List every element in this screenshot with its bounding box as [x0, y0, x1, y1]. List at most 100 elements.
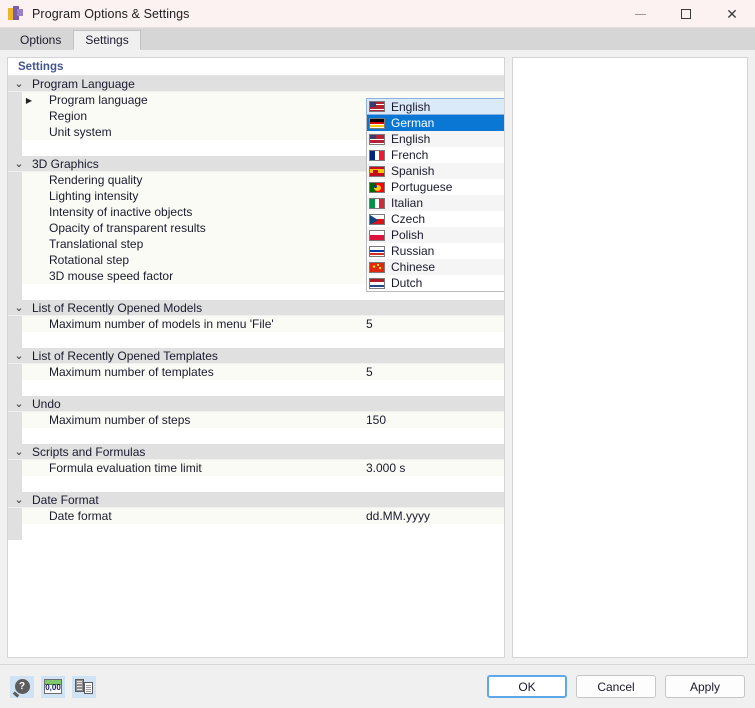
setting-row[interactable]: Maximum number of steps 150: [8, 412, 504, 428]
setting-value[interactable]: 3.000 s: [364, 461, 504, 475]
cancel-button[interactable]: Cancel: [576, 675, 656, 698]
window-title: Program Options & Settings: [32, 6, 190, 21]
language-option-spanish[interactable]: Spanish: [367, 163, 504, 179]
footer-icon-toolbar: ? 0,00: [10, 675, 96, 698]
setting-value[interactable]: dd.MM.yyyy: [364, 509, 504, 523]
ok-button[interactable]: OK: [487, 675, 567, 698]
program-language-combobox[interactable]: English ▼ German English French Spanish Port…: [366, 98, 504, 292]
language-option-label: Czech: [391, 212, 426, 226]
language-option-label: French: [391, 148, 429, 162]
language-option-polish[interactable]: Polish: [367, 227, 504, 243]
dialog-footer: ? 0,00 OK Cancel Apply: [0, 664, 755, 708]
tab-settings[interactable]: Settings: [73, 30, 141, 50]
flag-us-icon: [369, 101, 385, 112]
tree-gutter: [8, 380, 22, 396]
apply-button[interactable]: Apply: [665, 675, 745, 698]
group-header-list-of-recently-opened-models[interactable]: ⌄ List of Recently Opened Models: [8, 300, 504, 316]
language-option-french[interactable]: French: [367, 147, 504, 163]
minimize-button[interactable]: [617, 0, 663, 28]
combobox-option-list[interactable]: German English French Spanish Portuguese Ital…: [366, 115, 504, 292]
setting-label: 3D mouse speed factor: [49, 269, 174, 283]
group-header-date-format[interactable]: ⌄ Date Format: [8, 492, 504, 508]
help-search-icon: ?: [14, 679, 30, 694]
tree-gutter: [8, 412, 22, 428]
language-option-portuguese[interactable]: Portuguese: [367, 179, 504, 195]
flag-es-icon: [369, 165, 385, 177]
chevron-down-icon[interactable]: ⌄: [8, 397, 30, 410]
setting-value[interactable]: 5: [364, 317, 504, 331]
language-option-chinese[interactable]: Chinese: [367, 259, 504, 275]
language-option-label: Italian: [391, 196, 424, 210]
chevron-down-icon[interactable]: ⌄: [8, 77, 30, 90]
flag-fr-icon: [369, 149, 385, 161]
flag-nl-icon: [369, 277, 385, 289]
tree-gutter: [8, 508, 22, 524]
setting-value[interactable]: 5: [364, 365, 504, 379]
group-spacer-row: [8, 332, 504, 348]
flag-cn-icon: [369, 261, 385, 273]
tree-gutter: [8, 92, 22, 108]
language-option-english[interactable]: English: [367, 131, 504, 147]
tree-gutter: [8, 252, 22, 268]
language-option-label: Polish: [391, 228, 424, 242]
setting-label: Maximum number of models in menu 'File': [49, 317, 274, 331]
group-spacer-row: [8, 524, 504, 540]
chevron-down-icon[interactable]: ⌄: [8, 157, 30, 170]
chevron-down-icon[interactable]: ⌄: [8, 493, 30, 506]
setting-row[interactable]: Maximum number of models in menu 'File' 5: [8, 316, 504, 332]
group-header-list-of-recently-opened-templates[interactable]: ⌄ List of Recently Opened Templates: [8, 348, 504, 364]
chevron-down-icon[interactable]: ⌄: [8, 349, 30, 362]
group-spacer-row: [8, 428, 504, 444]
minimize-icon: [634, 13, 646, 15]
language-option-german[interactable]: German: [367, 115, 504, 131]
combobox-field[interactable]: English ▼: [366, 98, 504, 115]
title-bar: Program Options & Settings ✕: [0, 0, 755, 28]
language-option-italian[interactable]: Italian: [367, 195, 504, 211]
expand-right-icon[interactable]: ▶: [22, 92, 36, 108]
setting-label: Formula evaluation time limit: [49, 461, 202, 475]
tab-options[interactable]: Options: [8, 30, 74, 50]
group-header-scripts-and-formulas[interactable]: ⌄ Scripts and Formulas: [8, 444, 504, 460]
tree-gutter: [8, 220, 22, 236]
language-option-dutch[interactable]: Dutch: [367, 275, 504, 291]
close-button[interactable]: ✕: [709, 0, 755, 28]
decimal-places-button[interactable]: 0,00: [41, 675, 65, 698]
setting-row[interactable]: Date format dd.MM.yyyy: [8, 508, 504, 524]
language-option-czech[interactable]: Czech: [367, 211, 504, 227]
dialog-body: Settings ⌄ Program Language ▶ Program langu…: [0, 50, 755, 658]
export-settings-icon: [75, 678, 93, 695]
setting-value[interactable]: 150: [364, 413, 504, 427]
language-option-russian[interactable]: Russian: [367, 243, 504, 259]
flag-pt-icon: [369, 181, 385, 193]
setting-row[interactable]: Formula evaluation time limit 3.000 s: [8, 460, 504, 476]
window-controls: ✕: [617, 0, 755, 28]
group-spacer-row: [8, 380, 504, 396]
flag-us-icon: [369, 133, 385, 145]
group-header-label: Date Format: [32, 492, 99, 507]
setting-label: Opacity of transparent results: [49, 221, 206, 235]
group-header-undo[interactable]: ⌄ Undo: [8, 396, 504, 412]
export-settings-button[interactable]: [72, 675, 96, 698]
grid-header-settings: Settings: [8, 58, 504, 76]
chevron-down-icon[interactable]: ⌄: [8, 445, 30, 458]
maximize-button[interactable]: [663, 0, 709, 28]
chevron-down-icon[interactable]: ⌄: [8, 301, 30, 314]
group-header-program-language[interactable]: ⌄ Program Language: [8, 76, 504, 92]
flag-cz-icon: [369, 213, 385, 225]
help-search-button[interactable]: ?: [10, 675, 34, 698]
language-option-label: Chinese: [391, 260, 436, 274]
settings-tree-panel[interactable]: Settings ⌄ Program Language ▶ Program langu…: [7, 57, 505, 658]
tree-gutter: [8, 460, 22, 476]
tree-gutter: [8, 364, 22, 380]
setting-row[interactable]: Maximum number of templates 5: [8, 364, 504, 380]
setting-label: Lighting intensity: [49, 189, 139, 203]
language-option-label: Spanish: [391, 164, 435, 178]
